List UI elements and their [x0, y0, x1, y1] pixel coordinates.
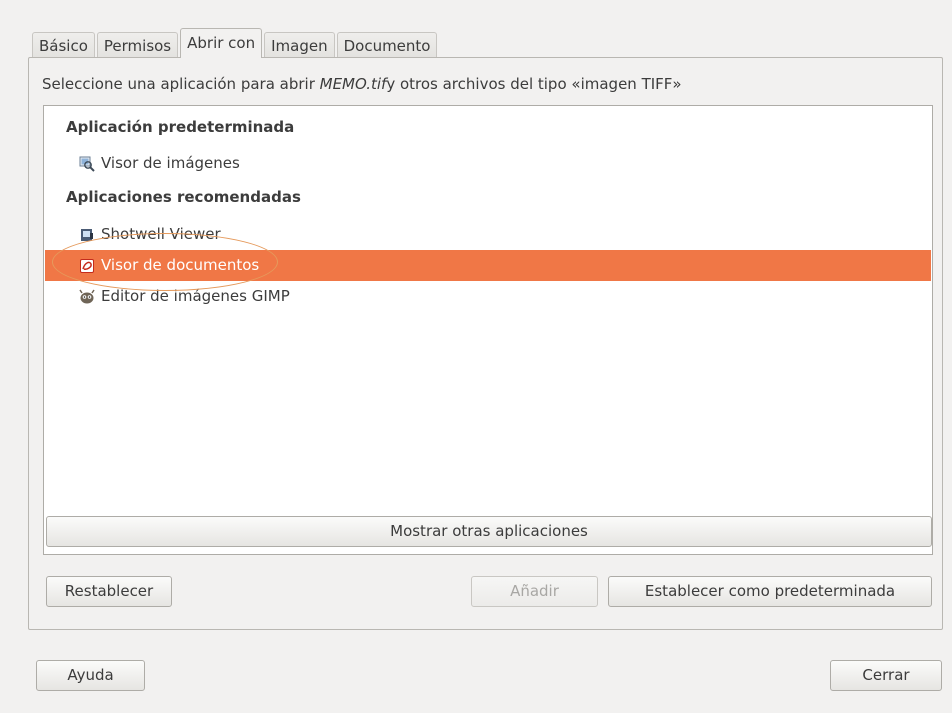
default-app-header: Aplicación predeterminada	[66, 118, 295, 136]
close-button[interactable]: Cerrar	[830, 660, 942, 691]
show-other-apps-button[interactable]: Mostrar otras aplicaciones	[46, 516, 932, 547]
application-list[interactable]: Aplicación predeterminada Visor de imáge…	[43, 105, 933, 555]
reset-button[interactable]: Restablecer	[46, 576, 172, 607]
tab-bar: Básico Permisos Abrir con Imagen Documen…	[32, 28, 439, 58]
tab-document[interactable]: Documento	[336, 32, 438, 58]
image-viewer-icon	[79, 156, 95, 172]
list-item-document-viewer[interactable]: Visor de documentos	[45, 250, 931, 281]
shotwell-icon	[81, 229, 93, 241]
list-item-image-viewer[interactable]: Visor de imágenes	[45, 148, 931, 179]
tab-open-with[interactable]: Abrir con	[180, 28, 263, 58]
list-item-label: Visor de documentos	[101, 256, 260, 274]
add-button[interactable]: Añadir	[471, 576, 598, 607]
document-viewer-icon	[80, 259, 94, 273]
open-with-panel: Seleccione una aplicación para abrir MEM…	[28, 57, 943, 630]
list-item-shotwell-viewer[interactable]: Shotwell Viewer	[45, 219, 931, 250]
tab-permissions[interactable]: Permisos	[96, 32, 179, 58]
gimp-icon	[79, 289, 95, 304]
recommended-apps-header: Aplicaciones recomendadas	[66, 188, 301, 206]
list-item-label: Visor de imágenes	[101, 154, 240, 172]
file-name: MEMO.tif	[319, 75, 387, 93]
list-item-gimp[interactable]: Editor de imágenes GIMP	[45, 281, 931, 312]
help-button[interactable]: Ayuda	[36, 660, 145, 691]
list-item-label: Editor de imágenes GIMP	[101, 287, 290, 305]
set-default-button[interactable]: Establecer como predeterminada	[608, 576, 932, 607]
properties-dialog: Básico Permisos Abrir con Imagen Documen…	[0, 0, 952, 713]
open-with-description: Seleccione una aplicación para abrir MEM…	[42, 75, 682, 93]
tab-basic[interactable]: Básico	[32, 32, 95, 58]
tab-image[interactable]: Imagen	[264, 32, 335, 58]
list-item-label: Shotwell Viewer	[101, 225, 221, 243]
